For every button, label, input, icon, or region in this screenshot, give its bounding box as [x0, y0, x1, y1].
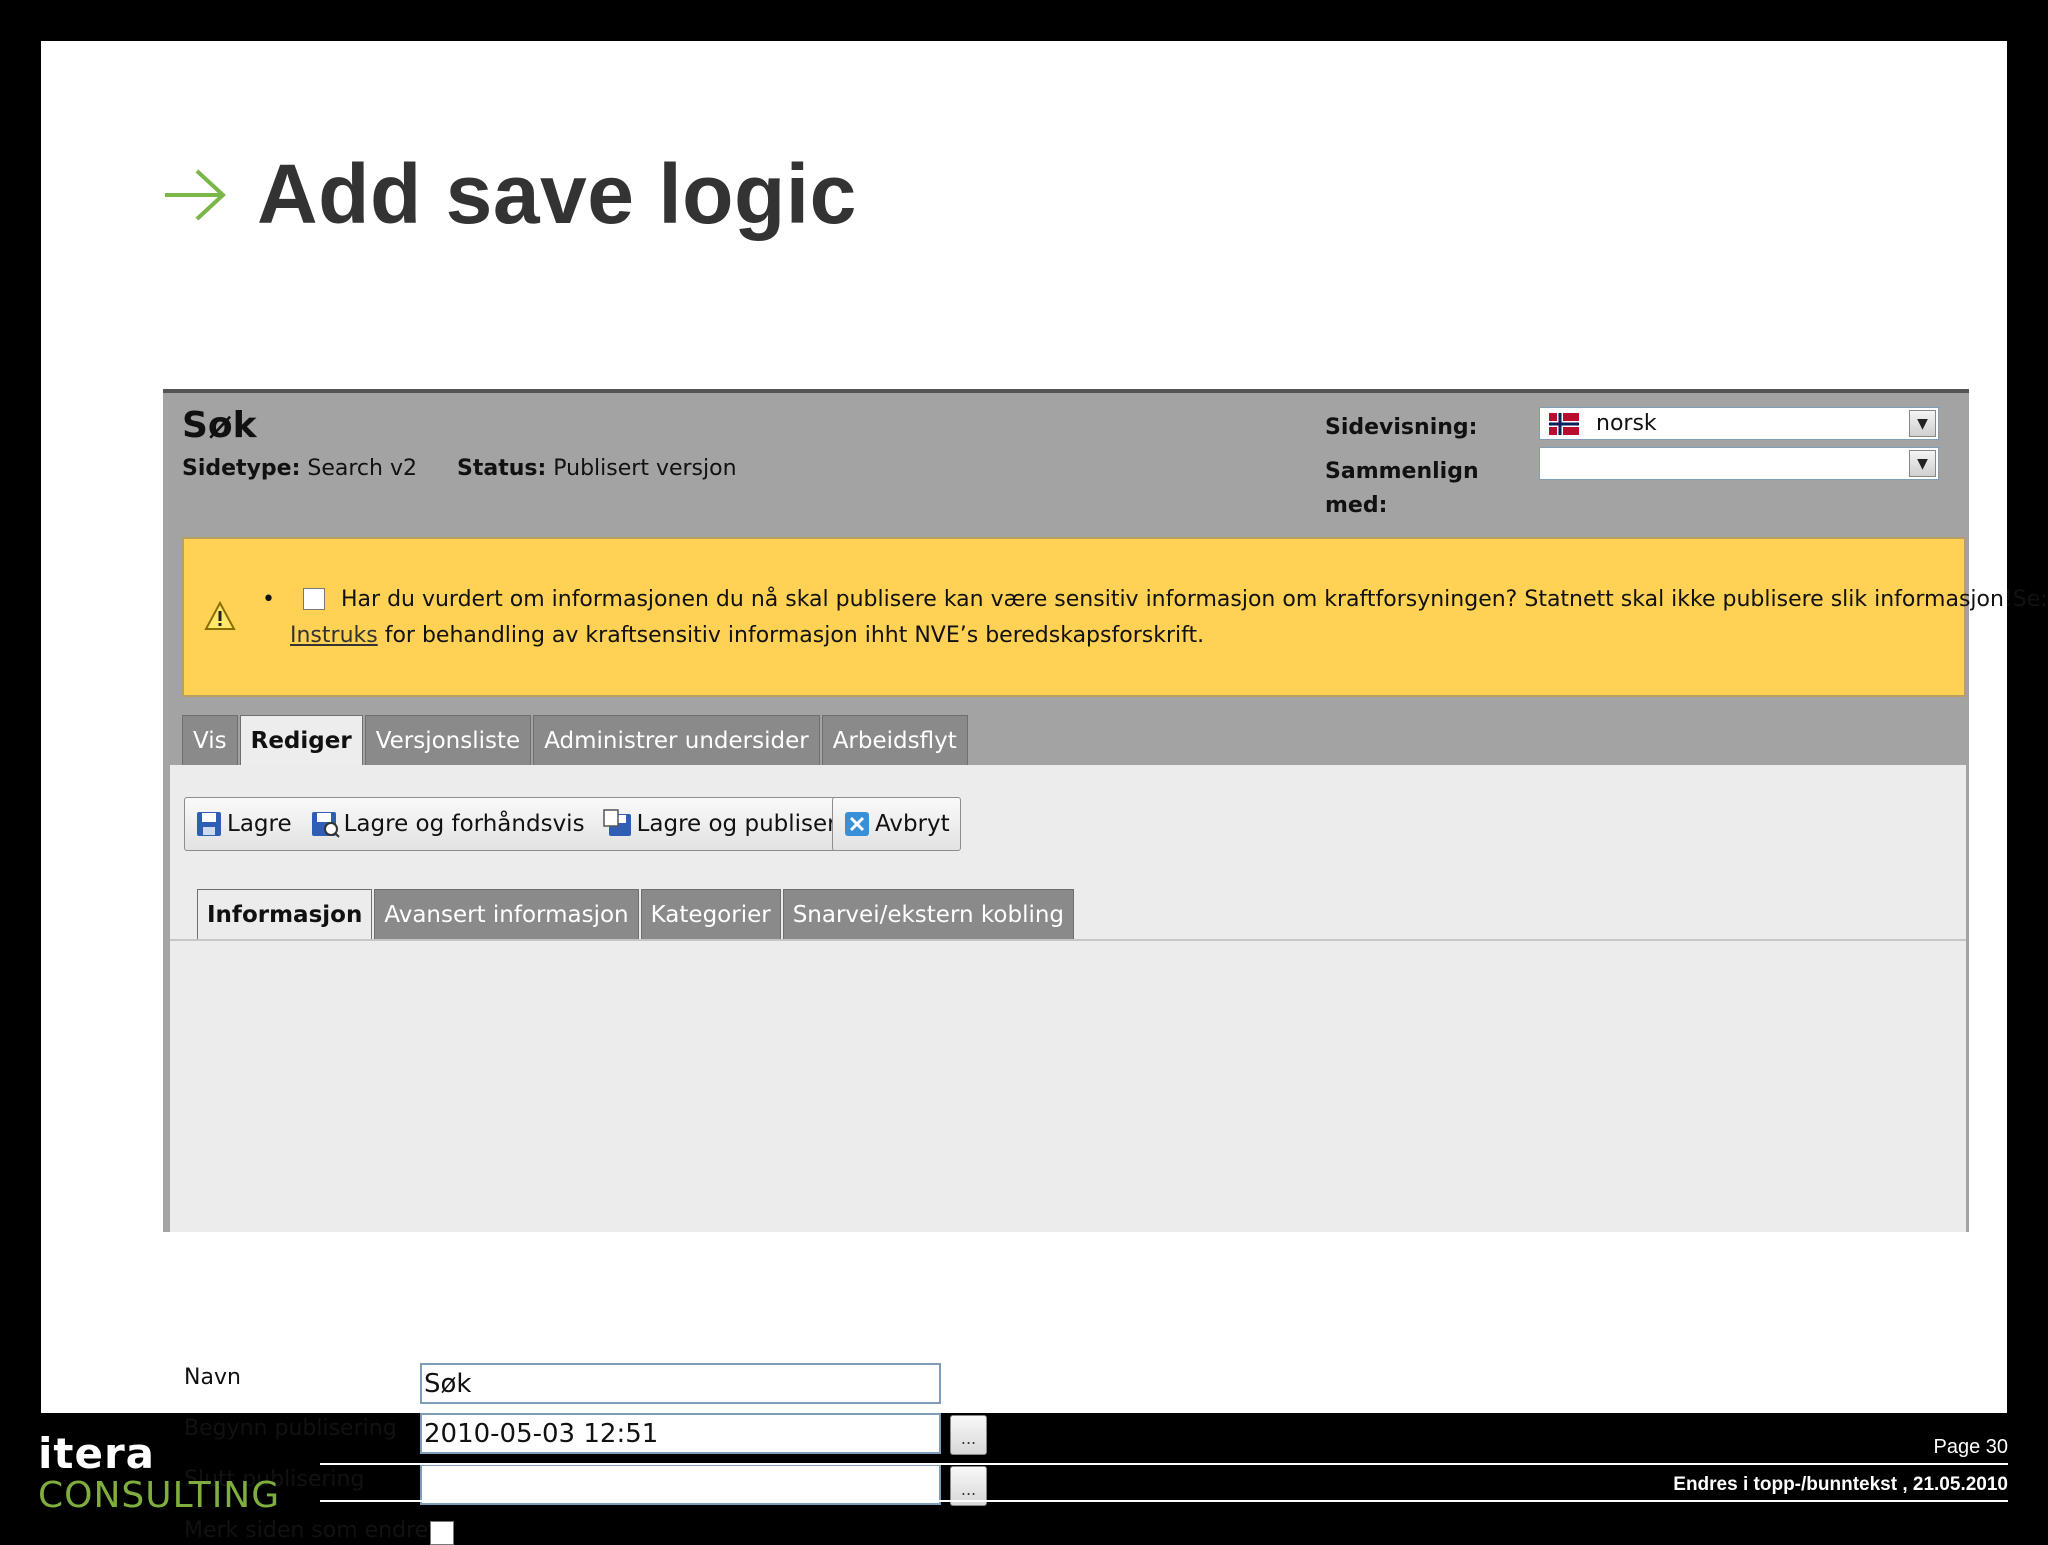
cancel-button-label: Avbryt — [875, 811, 950, 837]
logo-consulting-text: CONSULTING — [38, 1475, 281, 1516]
compare-select[interactable]: ▼ — [1539, 447, 1939, 480]
sub-tabs: Informasjon Avansert informasjon Kategor… — [197, 889, 1076, 939]
sidetype-value: Search v2 — [307, 456, 417, 481]
save-publish-button[interactable]: Lagre og publiser — [602, 809, 837, 839]
warning-text: Har du vurdert om informasjonen du nå sk… — [341, 587, 2048, 612]
cancel-icon — [845, 812, 869, 836]
floppy-disk-icon — [197, 812, 221, 836]
footer-divider-bottom — [320, 1500, 2008, 1502]
main-tabs: Vis Rediger Versjonsliste Administrer un… — [182, 715, 970, 765]
tab-rediger[interactable]: Rediger — [239, 715, 363, 765]
edit-panel: Lagre Lagre og forhåndsvis Lagre og publ… — [170, 765, 1966, 1545]
slide-title: Add save logic — [257, 147, 857, 241]
sidetype-label: Sidetype: — [182, 456, 301, 481]
slide: Add save logic Søk Sidetype: Search v2 S… — [41, 41, 2048, 1545]
chevron-down-icon[interactable]: ▼ — [1909, 410, 1936, 437]
begynn-publisering-input[interactable]: 2010-05-03 12:51 — [420, 1413, 941, 1454]
arrow-right-icon — [165, 169, 226, 220]
begynn-date-picker-button[interactable]: ... — [950, 1415, 987, 1455]
slide-title-row: Add save logic — [163, 146, 857, 243]
tabs-divider — [170, 939, 1966, 941]
footer-divider — [320, 1463, 2008, 1465]
footer-text: Endres i topp-/bunntekst , 21.05.2010 — [1673, 1474, 2008, 1495]
merk-endret-label: Merk siden som endret — [184, 1518, 437, 1543]
slutt-publisering-input[interactable] — [420, 1464, 941, 1505]
page-number: Page 30 — [1933, 1436, 2008, 1458]
sidevisning-label: Sidevisning: — [1325, 415, 1478, 440]
itera-logo: itera CONSULTING — [38, 1432, 280, 1516]
language-select-value: norsk — [1596, 411, 1657, 436]
merk-endret-checkbox[interactable] — [430, 1521, 454, 1545]
tab-arbeidsflyt[interactable]: Arbeidsflyt — [821, 715, 968, 765]
floppy-publish-icon — [602, 809, 631, 836]
tab-administrer-undersider[interactable]: Administrer undersider — [533, 715, 820, 765]
tab-versjonsliste[interactable]: Versjonsliste — [364, 715, 532, 765]
save-button[interactable]: Lagre — [195, 810, 292, 838]
tab-informasjon[interactable]: Informasjon — [197, 889, 373, 939]
warning-bullet: • — [262, 587, 275, 612]
tab-avansert-informasjon[interactable]: Avansert informasjon — [374, 889, 639, 939]
status-value: Publisert versjon — [553, 456, 737, 481]
chevron-down-icon[interactable]: ▼ — [1909, 450, 1936, 477]
floppy-preview-icon — [311, 812, 340, 838]
warning-icon — [204, 601, 236, 630]
warning-text-line2: Instruks for behandling av kraftsensitiv… — [290, 623, 1204, 648]
tab-kategorier[interactable]: Kategorier — [640, 889, 781, 939]
logo-itera-text: itera — [38, 1429, 156, 1478]
status-label: Status: — [456, 456, 547, 481]
page-title: Søk — [182, 405, 257, 446]
cancel-button[interactable]: Avbryt — [843, 810, 950, 838]
instruks-link[interactable]: Instruks — [290, 623, 378, 648]
warning-checkbox[interactable] — [303, 588, 325, 610]
sammenlign-label: Sammenlign med: — [1325, 459, 1479, 518]
save-toolbar: Lagre Lagre og forhåndsvis Lagre og publ… — [184, 797, 848, 851]
warning-text-rest: for behandling av kraftsensitiv informas… — [377, 623, 1205, 648]
save-preview-button[interactable]: Lagre og forhåndsvis — [310, 810, 585, 838]
save-preview-button-label: Lagre og forhåndsvis — [343, 811, 585, 837]
warning-box: • Har du vurdert om informasjonen du nå … — [182, 537, 2048, 697]
cancel-toolbar: Avbryt — [832, 797, 961, 851]
language-select[interactable]: norsk ▼ — [1539, 407, 1939, 440]
navn-input[interactable]: Søk — [420, 1363, 941, 1404]
page-meta: Sidetype: Search v2 Status: Publisert ve… — [182, 456, 737, 481]
cms-screenshot: Søk Sidetype: Search v2 Status: Publiser… — [163, 389, 2048, 1545]
tab-snarvei-ekstern-kobling[interactable]: Snarvei/ekstern kobling — [782, 889, 1075, 939]
save-publish-button-label: Lagre og publiser — [636, 811, 837, 837]
tab-vis[interactable]: Vis — [182, 715, 238, 765]
navn-label: Navn — [184, 1365, 241, 1390]
save-button-label: Lagre — [227, 811, 292, 837]
norway-flag-icon — [1549, 413, 1579, 435]
